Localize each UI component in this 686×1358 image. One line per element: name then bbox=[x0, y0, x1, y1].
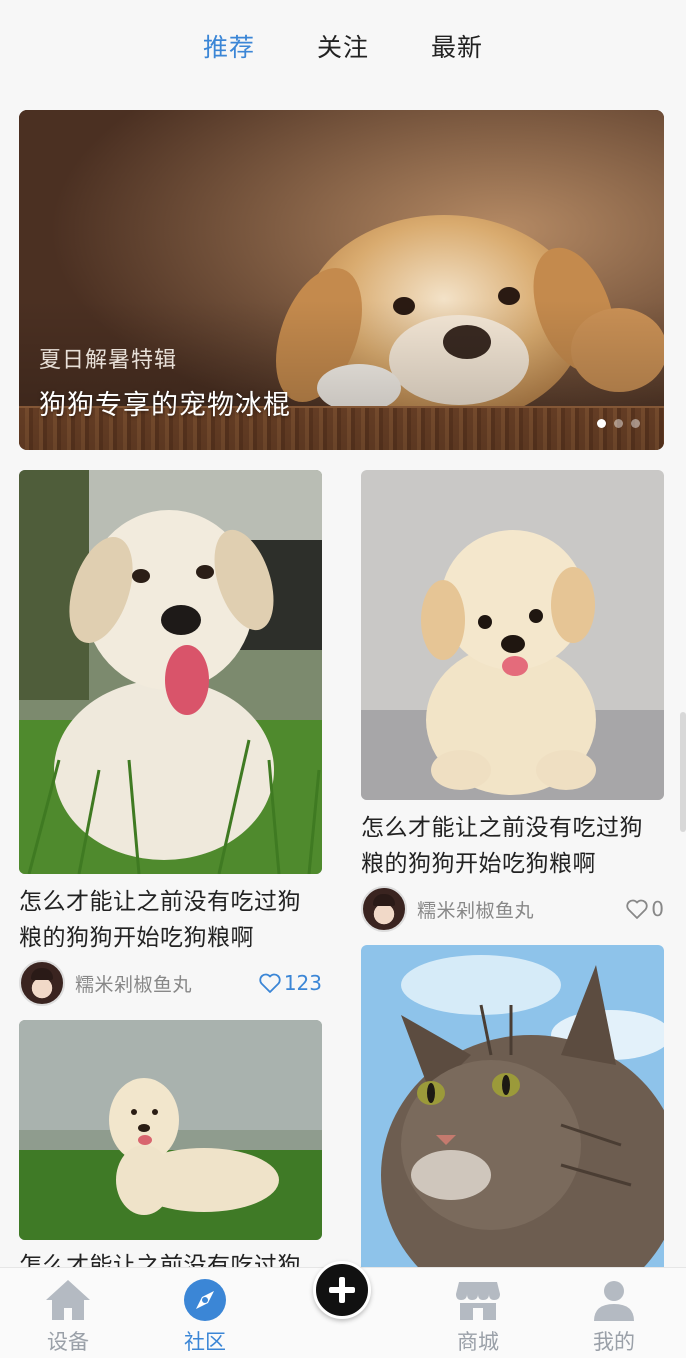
username[interactable]: 糯米剁椒鱼丸 bbox=[75, 970, 258, 997]
banner-title: 狗狗专享的宠物冰棍 bbox=[39, 390, 291, 421]
nav-item-mine[interactable]: 我的 bbox=[564, 1276, 664, 1356]
avatar[interactable] bbox=[361, 886, 407, 932]
like-button[interactable]: 0 bbox=[625, 897, 664, 921]
tab-following[interactable]: 关注 bbox=[317, 28, 369, 64]
golden-retriever-photo[interactable] bbox=[19, 1020, 322, 1240]
nav-label: 我的 bbox=[593, 1330, 635, 1354]
carousel-dot[interactable] bbox=[597, 419, 606, 428]
nav-label: 社区 bbox=[184, 1330, 226, 1354]
carousel-dot[interactable] bbox=[631, 419, 640, 428]
like-button[interactable]: 123 bbox=[258, 971, 322, 995]
tab-latest[interactable]: 最新 bbox=[431, 28, 483, 64]
username[interactable]: 糯米剁椒鱼丸 bbox=[417, 896, 625, 923]
tab-recommend[interactable]: 推荐 bbox=[203, 28, 255, 64]
nav-label: 商城 bbox=[457, 1330, 499, 1354]
tabby-cat-photo[interactable] bbox=[361, 945, 664, 1275]
like-count: 123 bbox=[283, 971, 322, 995]
post-meta: 糯米剁椒鱼丸 123 bbox=[19, 960, 322, 1006]
top-tabs: 推荐 关注 最新 bbox=[0, 0, 686, 92]
post-caption[interactable]: 怎么才能让之前没有吃过狗粮的狗狗开始吃狗粮啊 bbox=[19, 884, 322, 956]
labrador-puppy-photo[interactable] bbox=[19, 470, 322, 874]
nav-item-devices[interactable]: 设备 bbox=[18, 1276, 118, 1356]
post-card[interactable] bbox=[361, 945, 664, 1275]
post-card[interactable]: 怎么才能让之前没有吃过狗粮的狗狗开始吃狗粮啊 糯米剁椒鱼丸 123 bbox=[19, 470, 322, 1006]
post-caption[interactable]: 怎么才能让之前没有吃过狗粮的狗狗开始吃狗粮啊 bbox=[361, 810, 664, 882]
like-count: 0 bbox=[651, 897, 664, 921]
heart-icon bbox=[259, 973, 281, 993]
shop-icon bbox=[456, 1282, 500, 1320]
post-card[interactable]: 怎么才能让之前没有吃过狗 bbox=[19, 1020, 322, 1284]
banner-carousel[interactable]: 夏日解暑特辑 狗狗专享的宠物冰棍 bbox=[19, 110, 664, 450]
carousel-dot[interactable] bbox=[614, 419, 623, 428]
banner-subtitle: 夏日解暑特辑 bbox=[39, 348, 178, 373]
user-icon bbox=[594, 1281, 634, 1321]
nav-item-shop[interactable]: 商城 bbox=[428, 1276, 528, 1356]
post-card[interactable]: 怎么才能让之前没有吃过狗粮的狗狗开始吃狗粮啊 糯米剁椒鱼丸 0 bbox=[361, 470, 664, 932]
post-meta: 糯米剁椒鱼丸 0 bbox=[361, 886, 664, 932]
avatar[interactable] bbox=[19, 960, 65, 1006]
carousel-dots bbox=[597, 419, 640, 428]
nav-label: 设备 bbox=[47, 1330, 89, 1354]
home-icon bbox=[46, 1280, 90, 1320]
plus-icon bbox=[329, 1277, 355, 1303]
compass-icon bbox=[184, 1279, 226, 1321]
nav-item-community[interactable]: 社区 bbox=[155, 1276, 255, 1356]
create-post-button[interactable] bbox=[313, 1261, 371, 1319]
heart-icon bbox=[626, 899, 648, 919]
poodle-puppy-photo[interactable] bbox=[361, 470, 664, 800]
scrollbar[interactable] bbox=[680, 712, 686, 832]
